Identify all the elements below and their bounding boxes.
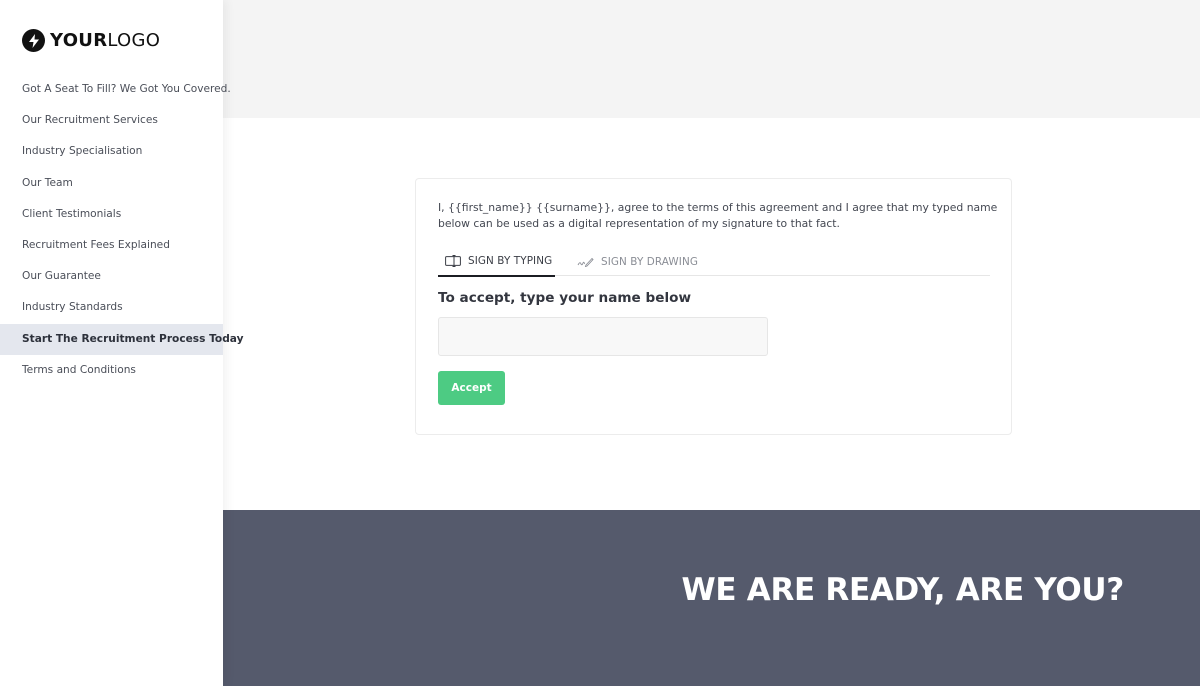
sidebar-item-start-recruitment[interactable]: Start The Recruitment Process Today bbox=[0, 323, 244, 355]
logo-text: YOURLOGO bbox=[50, 30, 160, 51]
signature-section: I, {{first_name}} {{surname}}, agree to … bbox=[223, 118, 1200, 510]
sidebar-item-our-guarantee[interactable]: Our Guarantee bbox=[0, 261, 223, 292]
tab-sign-by-typing[interactable]: SIGN BY TYPING bbox=[438, 247, 555, 277]
sidebar-item-industry-standards[interactable]: Industry Standards bbox=[0, 292, 223, 323]
logo-text-light: LOGO bbox=[107, 30, 161, 51]
main-content: I, {{first_name}} {{surname}}, agree to … bbox=[223, 0, 1200, 686]
cta-title: WE ARE READY, ARE YOU? bbox=[681, 572, 1125, 608]
sidebar-item-our-team[interactable]: Our Team bbox=[0, 168, 223, 199]
sidebar-item-client-testimonials[interactable]: Client Testimonials bbox=[0, 199, 223, 230]
name-input-label: To accept, type your name below bbox=[438, 290, 692, 306]
sidebar-item-recruitment-services[interactable]: Our Recruitment Services bbox=[0, 105, 223, 136]
logo-text-bold: YOUR bbox=[50, 30, 108, 51]
sidebar-item-industry-specialisation[interactable]: Industry Specialisation bbox=[0, 136, 223, 167]
sidebar-item-got-a-seat[interactable]: Got A Seat To Fill? We Got You Covered. bbox=[0, 74, 231, 105]
cta-banner: WE ARE READY, ARE YOU? bbox=[223, 510, 1200, 686]
sidebar-nav: Got A Seat To Fill? We Got You Covered. … bbox=[0, 74, 244, 386]
sidebar-item-recruitment-fees[interactable]: Recruitment Fees Explained bbox=[0, 230, 223, 261]
tab-sign-by-drawing[interactable]: SIGN BY DRAWING bbox=[577, 247, 698, 276]
logo[interactable]: YOURLOGO bbox=[22, 29, 160, 52]
sidebar-item-terms-and-conditions[interactable]: Terms and Conditions bbox=[0, 355, 223, 386]
text-cursor-box-icon bbox=[445, 255, 461, 267]
top-section-band bbox=[223, 0, 1200, 118]
signature-tabs: SIGN BY TYPING SIGN BY DRAWING bbox=[438, 247, 990, 277]
pen-signature-icon bbox=[577, 257, 594, 267]
tab-sign-by-drawing-label: SIGN BY DRAWING bbox=[601, 255, 698, 268]
sidebar: YOURLOGO Got A Seat To Fill? We Got You … bbox=[0, 0, 244, 686]
tab-sign-by-typing-label: SIGN BY TYPING bbox=[468, 255, 553, 267]
name-input[interactable] bbox=[438, 317, 768, 356]
lightning-bolt-icon bbox=[22, 29, 45, 52]
signature-card: I, {{first_name}} {{surname}}, agree to … bbox=[415, 178, 1012, 435]
accept-button[interactable]: Accept bbox=[438, 371, 505, 405]
agreement-text: I, {{first_name}} {{surname}}, agree to … bbox=[438, 201, 998, 230]
